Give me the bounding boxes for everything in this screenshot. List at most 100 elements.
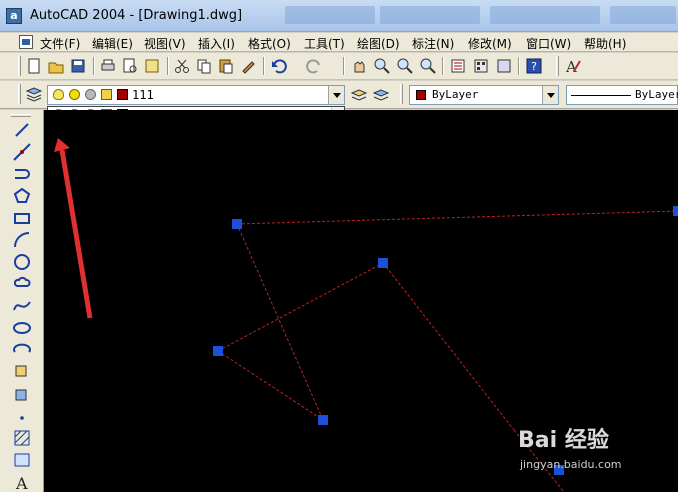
match-properties-icon[interactable] — [239, 57, 257, 75]
document-icon[interactable] — [19, 35, 33, 49]
region-tool-icon[interactable] — [12, 450, 32, 470]
window-title: AutoCAD 2004 - [Drawing1.dwg] — [30, 8, 243, 23]
menu-insert[interactable]: 插入(I) — [198, 35, 235, 52]
insert-block-tool-icon[interactable] — [12, 362, 32, 382]
print-icon[interactable] — [99, 57, 117, 75]
point-tool-icon[interactable] — [12, 406, 32, 426]
design-center-icon[interactable] — [472, 57, 490, 75]
menu-view[interactable]: 视图(V) — [144, 35, 186, 52]
tool-palettes-icon[interactable] — [495, 57, 513, 75]
toolbar-separator — [442, 57, 444, 75]
print-preview-icon[interactable] — [121, 57, 139, 75]
ellipse-arc-tool-icon[interactable] — [12, 340, 32, 360]
ellipse-tool-icon[interactable] — [12, 318, 32, 338]
standard-toolbar: ? A — [0, 53, 678, 130]
save-icon[interactable] — [69, 57, 87, 75]
grip-point[interactable] — [232, 219, 242, 229]
revision-cloud-tool-icon[interactable] — [12, 274, 32, 294]
color-combo-dropdown-arrow[interactable] — [542, 86, 558, 104]
dashed-line-segment[interactable] — [382, 262, 515, 431]
blurred-taskbar-region-3 — [490, 6, 600, 24]
undo-icon[interactable] — [270, 57, 288, 75]
circle-tool-icon[interactable] — [12, 252, 32, 272]
pan-icon[interactable] — [350, 57, 368, 75]
menu-help[interactable]: 帮助(H) — [584, 35, 626, 52]
zoom-previous-icon[interactable] — [419, 57, 437, 75]
zoom-realtime-icon[interactable] — [373, 57, 391, 75]
dashed-line-segment[interactable] — [217, 262, 384, 352]
paste-icon[interactable] — [217, 57, 235, 75]
dashed-line-segment[interactable] — [236, 223, 324, 421]
layer-manager-icon[interactable] — [25, 85, 43, 103]
rectangle-tool-icon[interactable] — [12, 208, 32, 228]
open-folder-icon[interactable] — [47, 57, 65, 75]
grip-point[interactable] — [213, 346, 223, 356]
svg-text:A: A — [565, 58, 577, 75]
layer-unlock-icon[interactable] — [101, 89, 112, 100]
toolbar-separator — [343, 57, 345, 75]
toolbar-grip[interactable] — [11, 114, 31, 117]
grip-point[interactable] — [318, 415, 328, 425]
new-file-icon[interactable] — [25, 57, 43, 75]
svg-text:A: A — [15, 474, 28, 492]
menu-window[interactable]: 窗口(W) — [526, 35, 571, 52]
toolbar-separator — [263, 57, 265, 75]
menu-modify[interactable]: 修改(M) — [468, 35, 512, 52]
dashed-line-segment[interactable] — [236, 210, 678, 225]
menu-draw[interactable]: 绘图(D) — [357, 35, 400, 52]
baidu-jingyan-watermark: Bai 经验 jingyan.baidu.com — [518, 420, 668, 480]
layer-on-bulb-icon[interactable] — [53, 89, 64, 100]
help-icon[interactable]: ? — [525, 57, 543, 75]
menu-tools[interactable]: 工具(T) — [304, 35, 345, 52]
color-control-combo[interactable]: ByLayer — [409, 85, 559, 105]
grip-point[interactable] — [378, 258, 388, 268]
properties-icon[interactable] — [449, 57, 467, 75]
layer-combo[interactable]: 111 — [47, 85, 345, 105]
blurred-taskbar-region-2 — [380, 6, 480, 24]
make-block-tool-icon[interactable] — [12, 384, 32, 404]
cut-icon[interactable] — [173, 57, 191, 75]
current-layer-name: 111 — [132, 88, 154, 102]
copy-icon[interactable] — [195, 57, 213, 75]
toolbar-grip[interactable] — [18, 56, 21, 76]
color-swatch — [416, 90, 426, 100]
layer-color-swatch — [117, 89, 128, 100]
polygon-tool-icon[interactable] — [12, 186, 32, 206]
text-style-icon[interactable]: A — [564, 57, 582, 75]
layer-viewport-freeze-icon[interactable] — [85, 89, 96, 100]
layer-thaw-sun-icon[interactable] — [69, 89, 80, 100]
arc-tool-icon[interactable] — [12, 230, 32, 250]
line-tool-icon[interactable] — [12, 120, 32, 140]
menu-bar: 文件(F) 编辑(E) 视图(V) 插入(I) 格式(O) 工具(T) 绘图(D… — [0, 33, 678, 52]
dashed-line-segment[interactable] — [217, 350, 324, 421]
zoom-window-icon[interactable] — [396, 57, 414, 75]
grip-point[interactable] — [673, 206, 678, 216]
construction-line-tool-icon[interactable] — [12, 142, 32, 162]
menu-file[interactable]: 文件(F) — [40, 35, 80, 52]
toolbar-grip[interactable] — [400, 84, 403, 104]
redo-icon[interactable] — [305, 57, 323, 75]
draw-toolbar: A — [0, 110, 44, 492]
hatch-tool-icon[interactable] — [12, 428, 32, 448]
title-bar: a AutoCAD 2004 - [Drawing1.dwg] — [0, 0, 678, 32]
linetype-control-combo[interactable]: ByLayer — [566, 85, 678, 105]
toolbar-separator — [93, 57, 95, 75]
watermark-logo-text: Bai 经验 — [518, 428, 609, 453]
spline-tool-icon[interactable] — [12, 296, 32, 316]
blurred-taskbar-region — [285, 6, 375, 24]
polyline-tool-icon[interactable] — [12, 164, 32, 184]
toolbar-grip[interactable] — [556, 56, 559, 76]
autocad-app-icon[interactable]: a — [6, 8, 22, 24]
menu-format[interactable]: 格式(O) — [248, 35, 291, 52]
watermark-url: jingyan.baidu.com — [520, 458, 622, 471]
layer-combo-dropdown-arrow[interactable] — [328, 86, 344, 104]
toolbar-grip[interactable] — [18, 84, 21, 104]
menu-dimension[interactable]: 标注(N) — [412, 35, 454, 52]
color-value: ByLayer — [432, 88, 479, 101]
multiline-text-tool-icon[interactable]: A — [12, 472, 32, 492]
make-object-layer-current-icon[interactable] — [350, 85, 368, 103]
publish-icon[interactable] — [143, 57, 161, 75]
menu-edit[interactable]: 编辑(E) — [92, 35, 133, 52]
layer-previous-icon[interactable] — [372, 85, 390, 103]
blurred-taskbar-region-4 — [610, 6, 676, 24]
